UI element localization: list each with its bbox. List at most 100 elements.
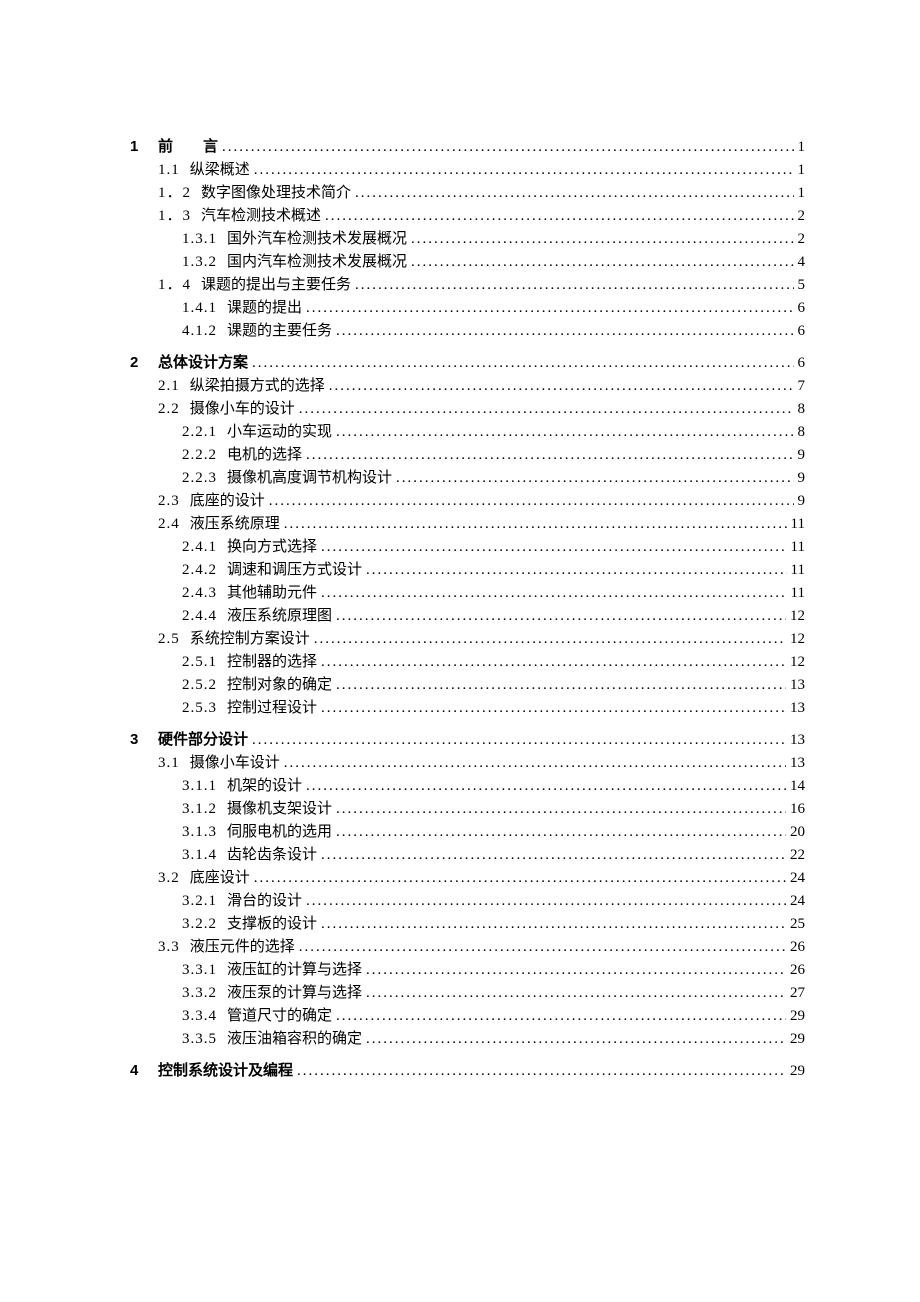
toc-leader [411,228,793,251]
toc-entry-title: 摄像机支架设计 [227,798,332,821]
toc-entry-subsection: 2.4.2调速和调压方式设计11 [130,559,805,582]
toc-entry-number: 3.3.5 [182,1028,217,1051]
toc-entry-subsection: 1.4.1课题的提出6 [130,297,805,320]
toc-entry-title: 控制对象的确定 [227,674,332,697]
toc-entry-title: 摄像小车的设计 [190,398,295,421]
toc-entry-title: 控制系统设计及编程 [158,1059,293,1082]
toc-entry-title: 机架的设计 [227,775,302,798]
toc-page-number: 11 [791,536,805,559]
toc-entry-number: 2.3 [158,490,180,513]
toc-entry-subsection: 3.3.5液压油箱容积的确定29 [130,1028,805,1051]
toc-leader [306,297,793,320]
toc-entry-section: 1．4课题的提出与主要任务5 [130,274,805,297]
toc-entry-title: 数字图像处理技术简介 [201,182,351,205]
toc-group: 1前 言11.1纵梁概述11．2数字图像处理技术简介11．3汽车检测技术概述21… [130,135,805,343]
toc-entry-title: 摄像机高度调节机构设计 [227,467,392,490]
toc-page-number: 12 [790,628,805,651]
toc-entry-title: 底座设计 [190,867,250,890]
toc-page-number: 11 [791,559,805,582]
toc-entry-title: 管道尺寸的确定 [227,1005,332,1028]
toc-leader [269,490,794,513]
toc-entry-title: 滑台的设计 [227,890,302,913]
toc-leader [254,867,786,890]
toc-entry-subsection: 2.4.4液压系统原理图12 [130,605,805,628]
toc-page-number: 5 [798,274,806,297]
toc-leader [366,559,787,582]
toc-entry-title: 液压元件的选择 [190,936,295,959]
toc-leader [252,352,793,375]
toc-entry-title: 国内汽车检测技术发展概况 [227,251,407,274]
toc-entry-number: 1.3.1 [182,228,217,251]
toc-page-number: 12 [790,651,805,674]
toc-entry-section: 2.3 底座的设计 9 [130,490,805,513]
toc-entry-title: 课题的主要任务 [227,320,332,343]
toc-entry-number: 3.3.4 [182,1005,217,1028]
toc-page-number: 1 [798,136,806,159]
toc-page-number: 13 [790,674,805,697]
toc-leader [299,936,786,959]
toc-entry-number: 1．2 [158,182,191,205]
toc-page-number: 9 [798,490,806,513]
toc-entry-subsection: 2.5.1控制器的选择12 [130,651,805,674]
toc-entry-title: 硬件部分设计 [158,728,248,751]
toc-entry-number: 3.1.4 [182,844,217,867]
toc-chapter-number: 1 [130,135,158,158]
toc-entry-number: 2.4.1 [182,536,217,559]
toc-page-number: 13 [790,752,805,775]
toc-leader [355,182,793,205]
toc-page-number: 2 [798,205,806,228]
toc-entry-title: 控制过程设计 [227,697,317,720]
toc-page-number: 20 [790,821,805,844]
toc-leader [336,1005,786,1028]
toc-leader [366,982,786,1005]
toc-leader [254,159,794,182]
toc-entry-number: 2.5.3 [182,697,217,720]
toc-page-number: 24 [790,890,805,913]
toc-page-number: 27 [790,982,805,1005]
toc-page-number: 13 [790,729,805,752]
toc-entry-number: 2.5 [158,628,180,651]
toc-entry-title: 课题的提出 [227,297,302,320]
toc-entry-subsection: 3.3.4管道尺寸的确定29 [130,1005,805,1028]
toc-entry-number: 1.3.2 [182,251,217,274]
toc-entry-title: 底座的设计 [190,490,265,513]
toc-entry-title: 摄像小车设计 [190,752,280,775]
toc-entry-title: 伺服电机的选用 [227,821,332,844]
toc-entry-chapter: 4控制系统设计及编程29 [130,1059,805,1083]
toc-page: 1前 言11.1纵梁概述11．2数字图像处理技术简介11．3汽车检测技术概述21… [0,0,920,1191]
toc-page-number: 9 [798,444,806,467]
toc-leader [297,1060,786,1083]
toc-page-number: 14 [790,775,805,798]
toc-entry-title: 纵梁概述 [190,159,250,182]
toc-leader [321,582,787,605]
toc-entry-number: 2.4 [158,513,180,536]
toc-entry-title: 液压系统原理 [190,513,280,536]
toc-leader [396,467,793,490]
toc-page-number: 16 [790,798,805,821]
toc-list: 1前 言11.1纵梁概述11．2数字图像处理技术简介11．3汽车检测技术概述21… [130,135,805,1083]
toc-entry-subsection: 2.2.2电机的选择9 [130,444,805,467]
toc-entry-title: 课题的提出与主要任务 [201,274,351,297]
toc-entry-chapter: 3硬件部分设计13 [130,728,805,752]
toc-entry-subsection: 2.2.1小车运动的实现8 [130,421,805,444]
toc-leader [336,821,786,844]
toc-entry-title: 国外汽车检测技术发展概况 [227,228,407,251]
toc-entry-title: 总体设计方案 [158,351,248,374]
toc-leader [336,674,786,697]
toc-entry-title: 电机的选择 [227,444,302,467]
toc-leader [336,798,786,821]
toc-page-number: 25 [790,913,805,936]
toc-entry-subsection: 3.1.3伺服电机的选用20 [130,821,805,844]
toc-leader [299,398,794,421]
toc-leader [284,752,786,775]
toc-entry-title: 前 言 [158,135,218,158]
toc-page-number: 8 [798,398,806,421]
toc-entry-number: 2.2 [158,398,180,421]
toc-entry-subsection: 3.1.2摄像机支架设计16 [130,798,805,821]
toc-entry-title: 其他辅助元件 [227,582,317,605]
toc-entry-subsection: 3.1.4齿轮齿条设计22 [130,844,805,867]
toc-entry-title: 调速和调压方式设计 [227,559,362,582]
toc-entry-section: 1.1纵梁概述1 [130,159,805,182]
toc-leader [321,844,786,867]
toc-entry-section: 2.2 摄像小车的设计 8 [130,398,805,421]
